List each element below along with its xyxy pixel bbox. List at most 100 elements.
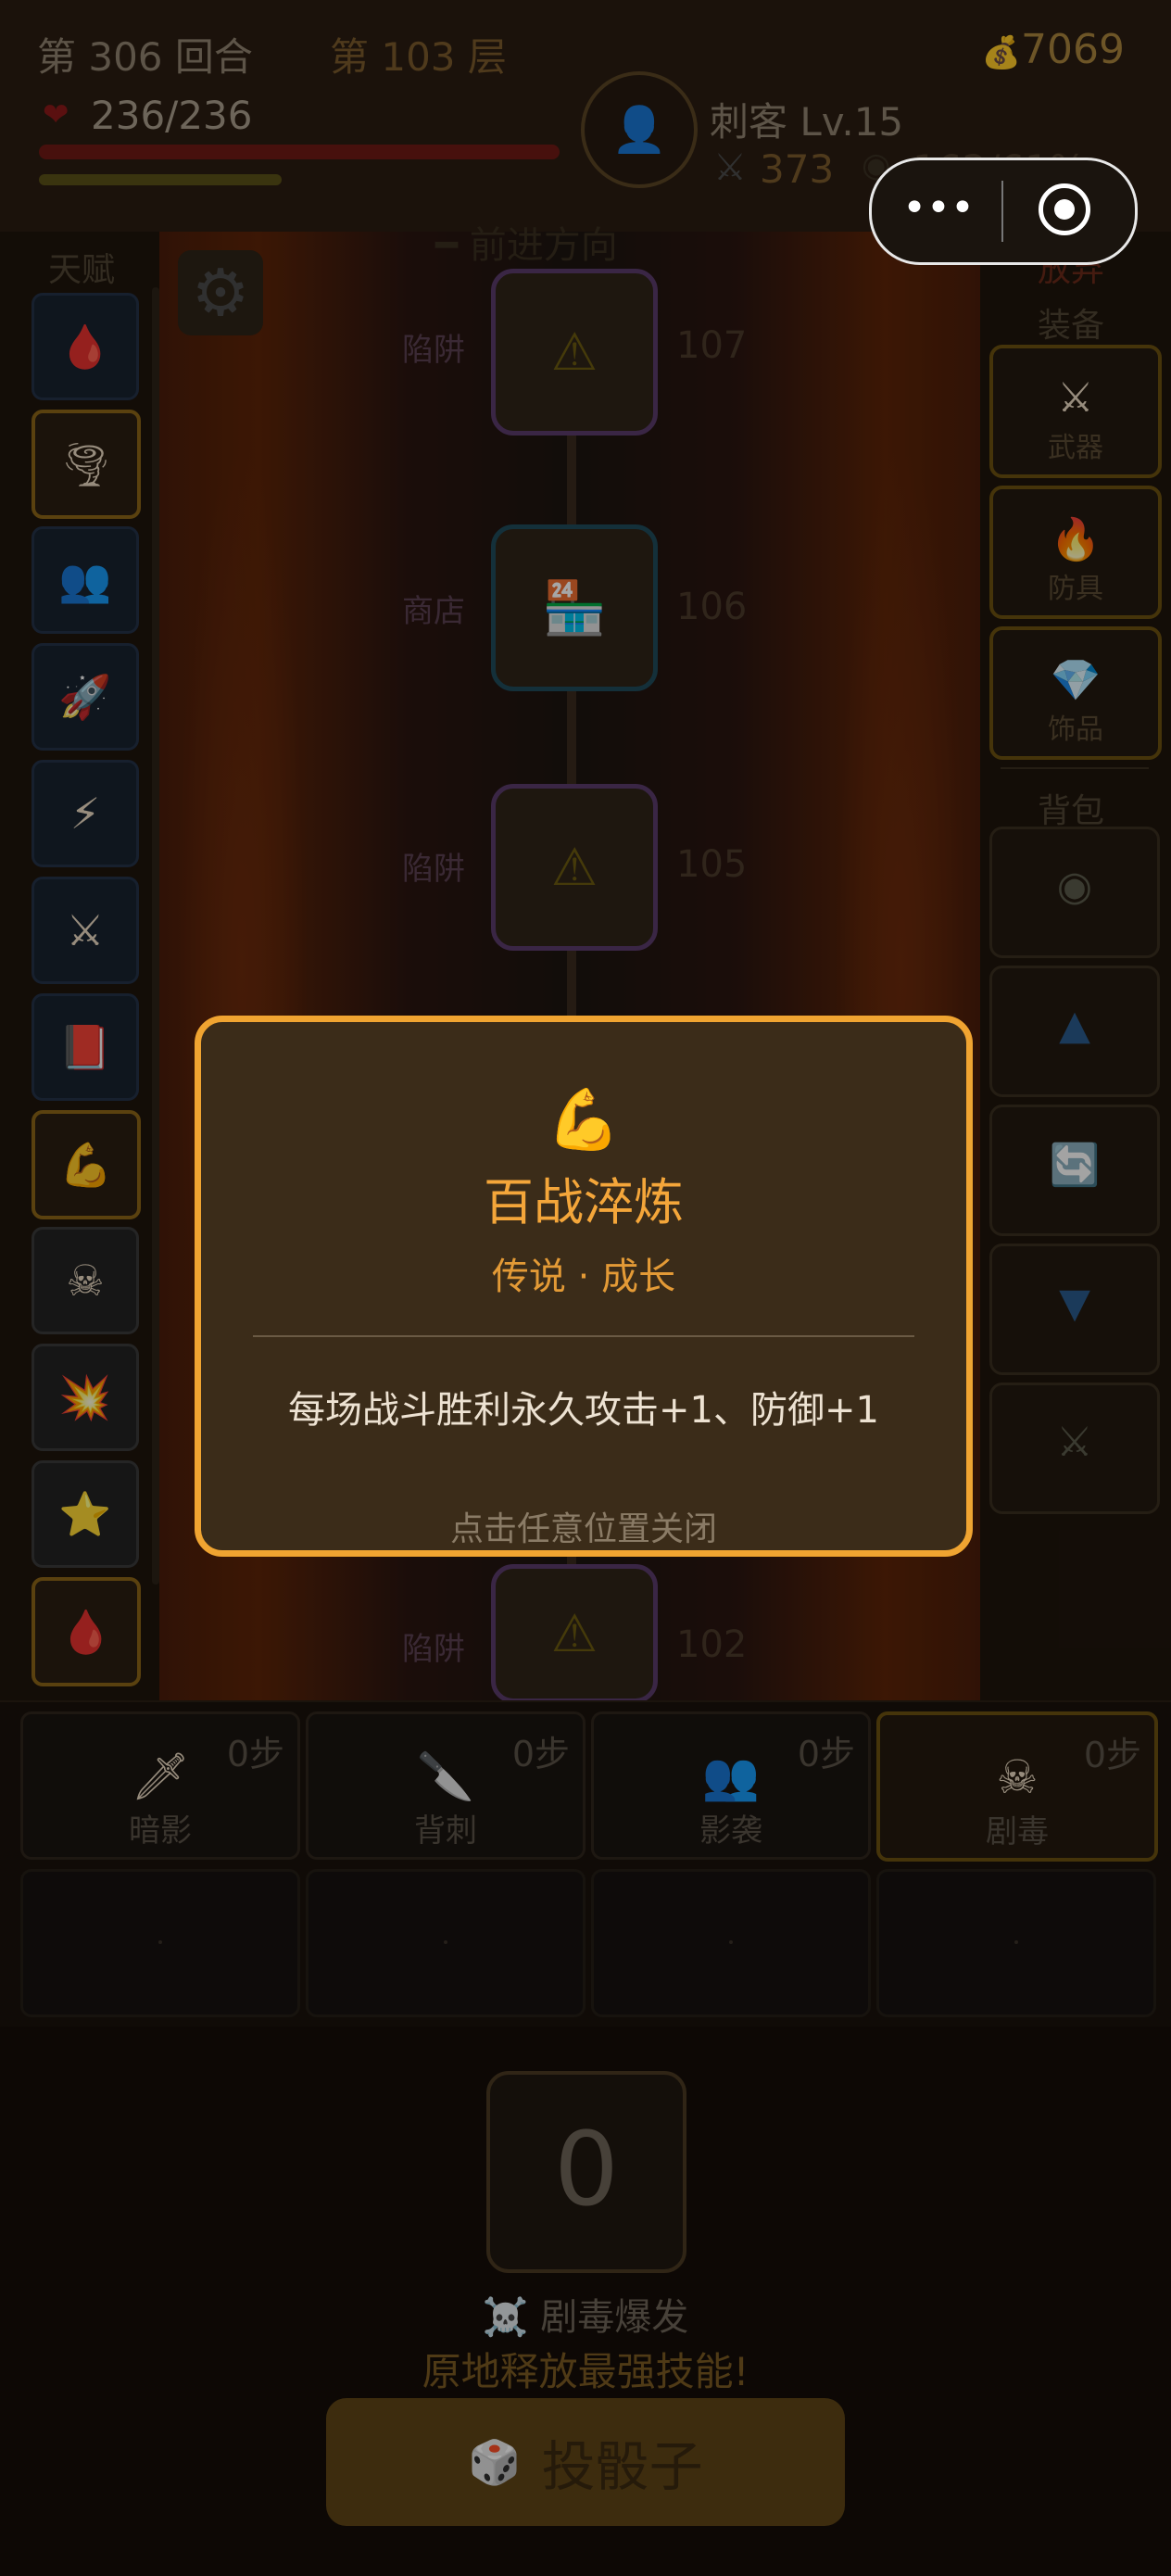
- dice-result-box: 0: [486, 2071, 686, 2273]
- ghost-icon: 👤: [611, 104, 667, 156]
- map-node-shop[interactable]: 🏪: [491, 524, 658, 691]
- node-label: 陷阱: [402, 851, 465, 888]
- fire-icon: 🔥: [1050, 516, 1102, 563]
- equip-slot[interactable]: ⚔ 武器: [989, 345, 1162, 478]
- avatar[interactable]: 👤: [581, 71, 698, 188]
- node-label: 陷阱: [402, 1631, 465, 1668]
- skull-icon: ☠: [66, 1256, 105, 1306]
- roll-dice-label: 投骰子: [541, 2435, 703, 2498]
- empty-slot-dot: [1014, 1940, 1018, 1944]
- capsule-separator: [1001, 181, 1003, 242]
- dice-value: 0: [554, 2110, 619, 2229]
- node-number: 105: [676, 843, 748, 886]
- xp-bar: [39, 174, 282, 185]
- skill-name: 背刺: [414, 1812, 477, 1850]
- rocket-icon: 🚀: [58, 671, 112, 722]
- bag-slot[interactable]: ▼: [989, 1244, 1160, 1375]
- map-node-trap[interactable]: ⚠: [491, 784, 658, 951]
- map-node-trap[interactable]: ⚠: [491, 1564, 658, 1703]
- popup-title: 百战淬炼: [484, 1173, 684, 1231]
- bag-slot[interactable]: 🔄: [989, 1105, 1160, 1236]
- bag-title: 背包: [1038, 792, 1105, 830]
- empty-skill-slot[interactable]: [20, 1869, 300, 2017]
- talent-slot[interactable]: ☠: [31, 1227, 139, 1334]
- map-node-trap[interactable]: ⚠: [491, 269, 658, 436]
- talent-slot[interactable]: 🩸: [31, 1577, 141, 1686]
- skill-steps: 0步: [226, 1734, 284, 1774]
- empty-skill-slot[interactable]: [306, 1869, 586, 2017]
- bag-slot[interactable]: ◉: [989, 827, 1160, 958]
- gold-amount: 7069: [1021, 26, 1125, 73]
- talent-slot[interactable]: 👥: [31, 526, 139, 634]
- dumbbell-icon: 💪: [547, 1086, 621, 1155]
- gem-icon: 💎: [1050, 657, 1102, 704]
- refresh-icon: 🔄: [1049, 1142, 1101, 1189]
- talent-slot[interactable]: 💪: [31, 1110, 141, 1219]
- talent-slot[interactable]: 🌪: [31, 410, 141, 519]
- skill-button[interactable]: 🔪 背刺 0步: [306, 1711, 586, 1860]
- skill-steps: 0步: [797, 1734, 855, 1774]
- target-icon[interactable]: [1039, 183, 1090, 235]
- heart-icon: ❤: [43, 96, 69, 133]
- forward-direction-label: ━ 前进方向: [435, 224, 618, 267]
- dumbbell-icon: 💪: [59, 1139, 113, 1190]
- skill-hint-subtitle: 原地释放最强技能!: [422, 2349, 749, 2394]
- talent-slot[interactable]: ⭐: [31, 1460, 139, 1568]
- attack-icon: ⚔: [713, 146, 747, 189]
- empty-skill-slot[interactable]: [591, 1869, 871, 2017]
- skill-name: 剧毒: [986, 1813, 1049, 1850]
- empty-slot-dot: [158, 1940, 162, 1944]
- empty-skill-slot[interactable]: [876, 1869, 1156, 2017]
- skill-name: 暗影: [129, 1812, 192, 1850]
- popup-subtitle: 传说 · 成长: [491, 1256, 676, 1298]
- warning-icon: ⚠: [550, 837, 598, 898]
- gold-bag-icon: 💰: [981, 34, 1022, 71]
- equip-slot[interactable]: 💎 饰品: [989, 626, 1162, 760]
- tornado-icon: 🌪: [58, 438, 114, 489]
- hp-text: 236/236: [91, 93, 253, 138]
- blood-drop-icon: 🩸: [58, 321, 112, 372]
- node-number: 107: [676, 324, 748, 367]
- talent-slot[interactable]: 🩸: [31, 293, 139, 400]
- talent-scrollbar[interactable]: [152, 287, 159, 1585]
- equip-title: 装备: [1038, 307, 1105, 345]
- dice-icon: 🎲: [468, 2436, 522, 2487]
- blood-drop-icon: 🩸: [59, 1606, 113, 1657]
- roll-dice-button[interactable]: 🎲 投骰子: [326, 2398, 845, 2526]
- skill-button[interactable]: ☠ 剧毒 0步: [876, 1711, 1158, 1862]
- shadow-icon: 👥: [58, 554, 112, 605]
- bag-slot[interactable]: ⚔: [989, 1383, 1160, 1514]
- miniprogram-capsule: •••: [869, 158, 1138, 265]
- node-label: 商店: [402, 593, 465, 630]
- lightning-icon: ⚡: [69, 789, 101, 839]
- star-icon: ⭐: [58, 1488, 112, 1539]
- coin-icon: ◉: [1056, 863, 1093, 910]
- skill-steps: 0步: [511, 1734, 570, 1774]
- equip-slot-label: 防具: [1048, 573, 1103, 605]
- talent-detail-popup[interactable]: 💪 百战淬炼 传说 · 成长 每场战斗胜利永久攻击+1、防御+1 点击任意位置关…: [195, 1016, 973, 1557]
- equip-slot-label: 武器: [1048, 432, 1103, 464]
- talent-slot[interactable]: 📕: [31, 993, 139, 1101]
- talent-slot[interactable]: ⚔: [31, 877, 139, 984]
- talent-slot[interactable]: 🚀: [31, 643, 139, 751]
- node-number: 102: [676, 1623, 748, 1666]
- skill-hint-title: ☠️ 剧毒爆发: [482, 2296, 689, 2339]
- settings-gear-icon[interactable]: ⚙: [178, 250, 263, 335]
- sword-icon: ⚔: [1056, 1419, 1093, 1466]
- gold-display: 💰7069: [982, 26, 1125, 73]
- round-counter: 第 306 回合: [37, 34, 253, 80]
- skill-button[interactable]: 🗡 暗影 0步: [20, 1711, 300, 1860]
- sword-icon: ⚔: [1057, 374, 1094, 422]
- talent-title: 天赋: [48, 251, 116, 289]
- warning-icon: ⚠: [550, 322, 598, 383]
- talent-slot[interactable]: 💥: [31, 1344, 139, 1451]
- skill-button[interactable]: 👥 影袭 0步: [591, 1711, 871, 1860]
- equip-slot[interactable]: 🔥 防具: [989, 486, 1162, 619]
- bag-slot[interactable]: ▲: [989, 966, 1160, 1097]
- more-dots-icon[interactable]: •••: [900, 188, 977, 234]
- popup-divider: [253, 1335, 914, 1337]
- talent-slot[interactable]: ⚡: [31, 760, 139, 867]
- bag-divider: [1001, 767, 1149, 769]
- skill-name: 影袭: [699, 1812, 762, 1850]
- node-label: 陷阱: [402, 332, 465, 369]
